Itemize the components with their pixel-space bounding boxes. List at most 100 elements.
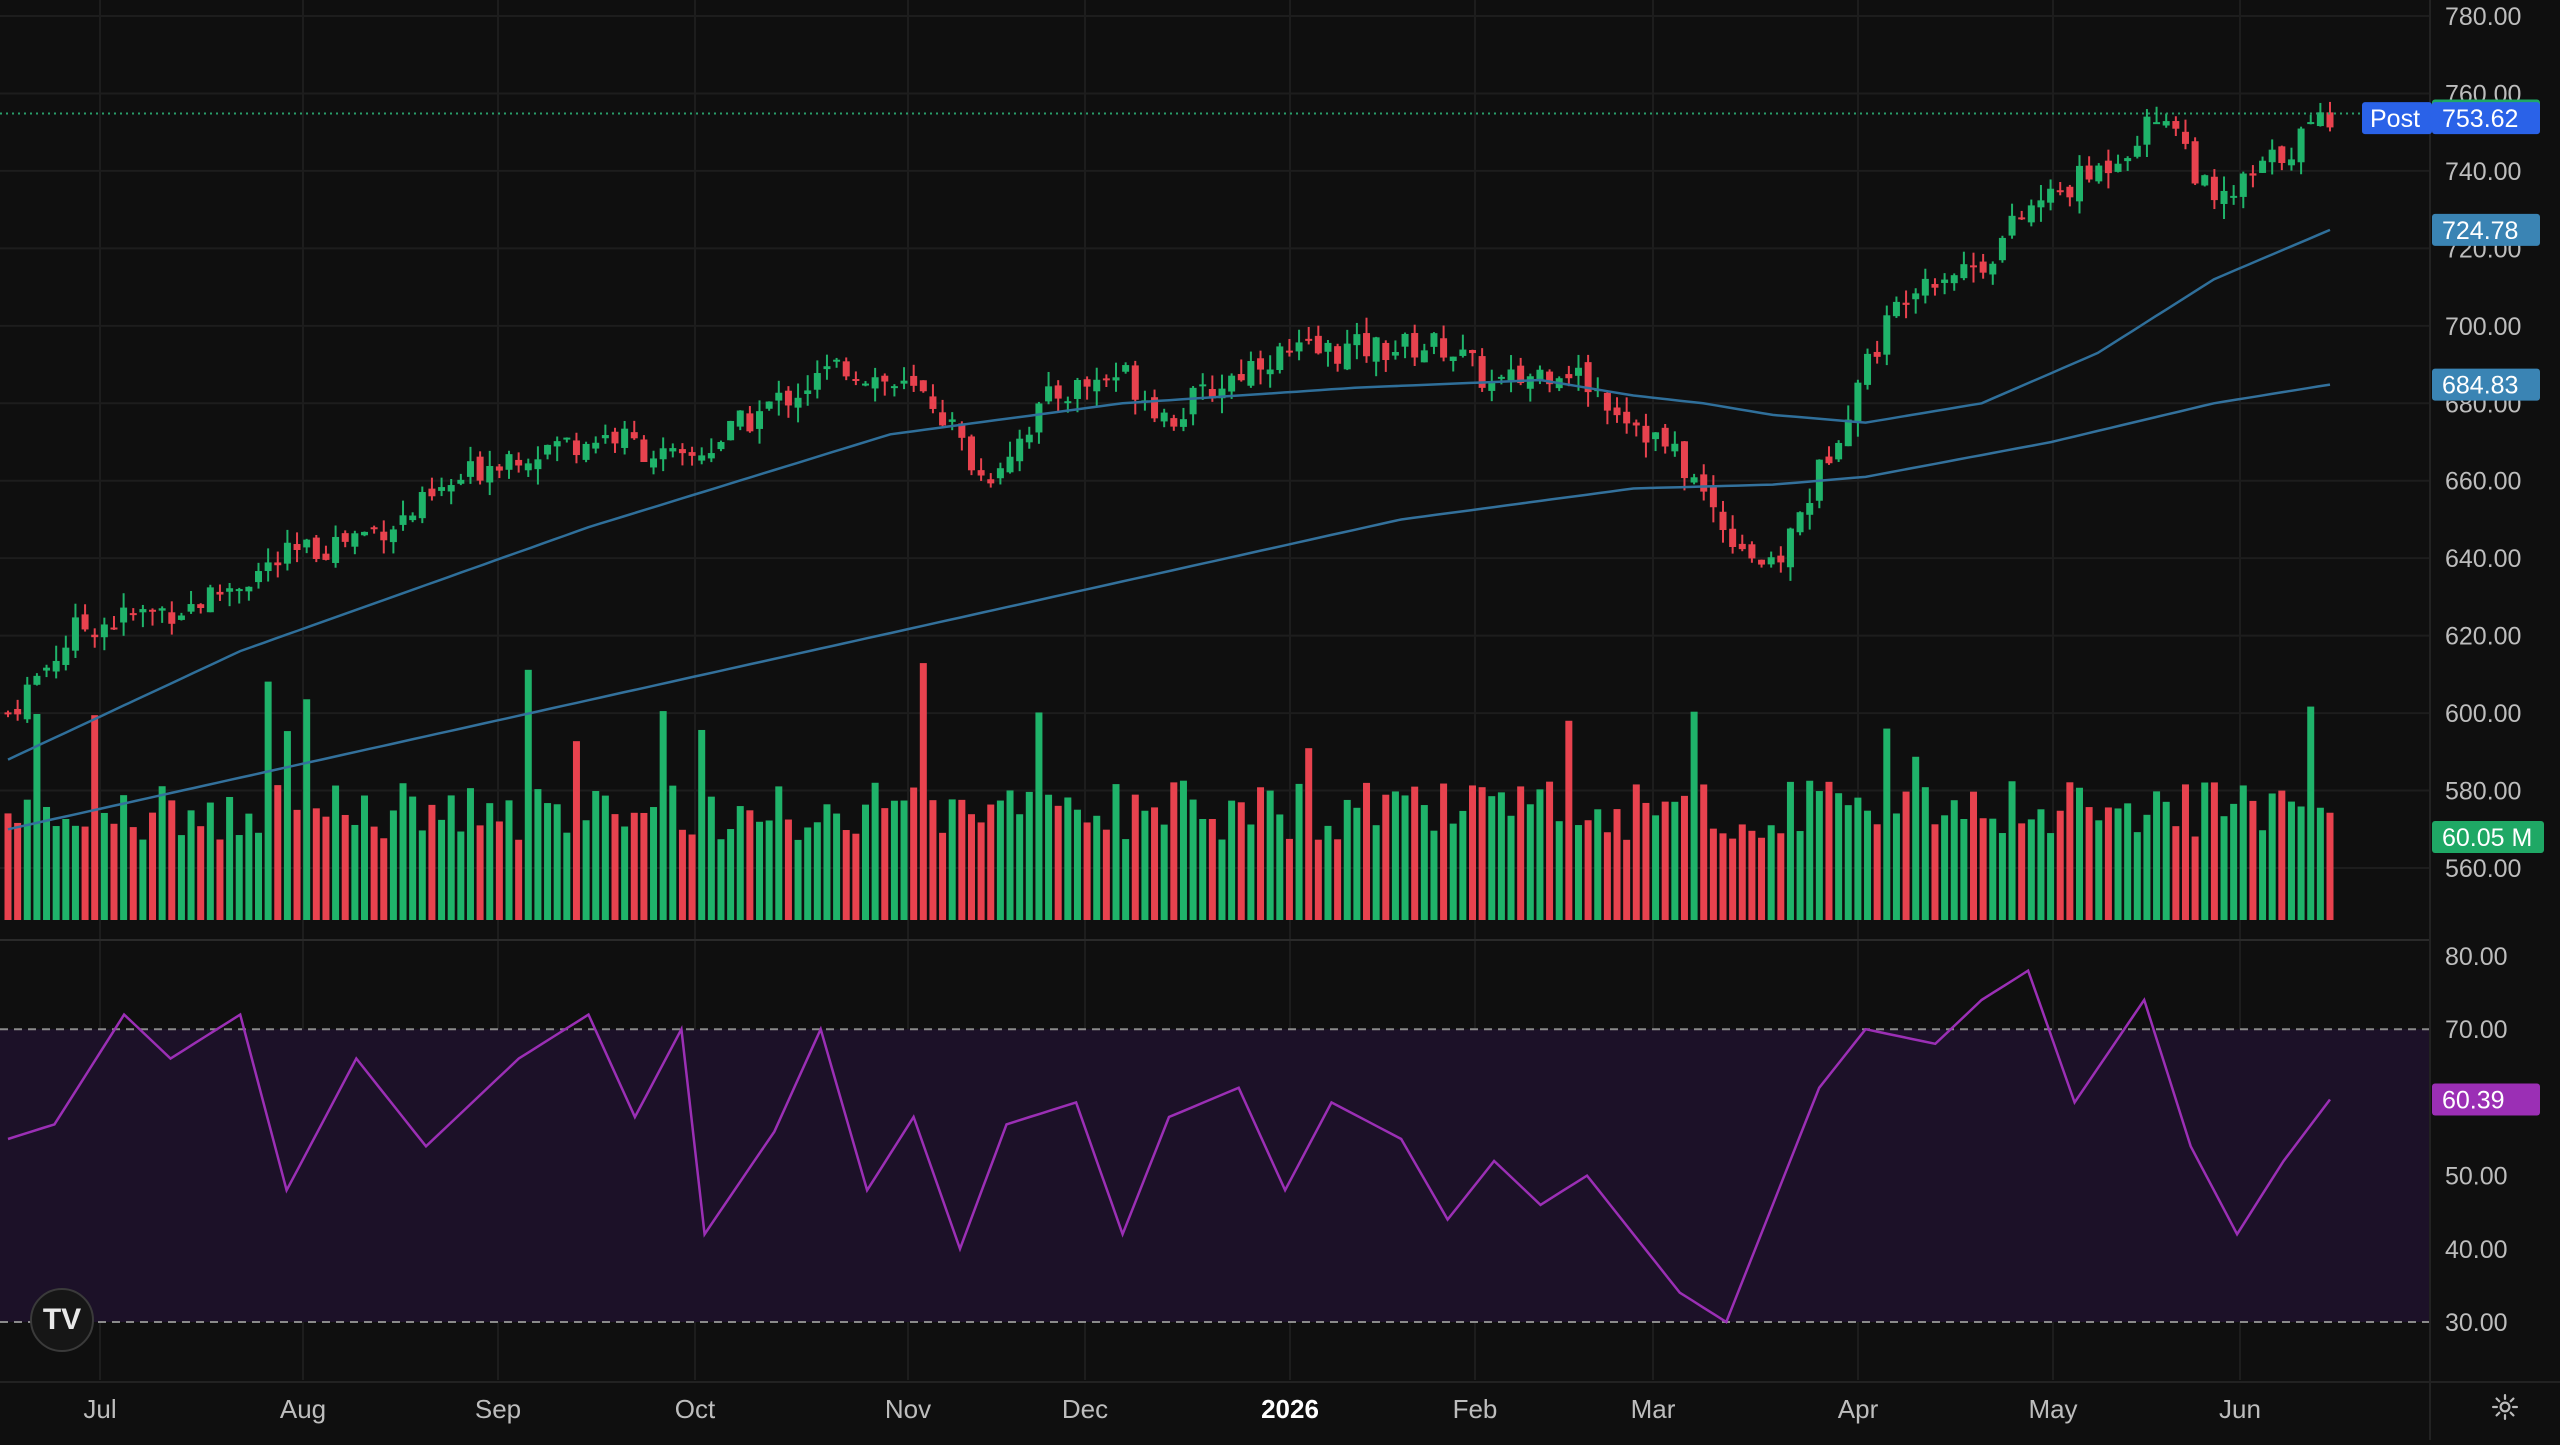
volume-bar	[255, 832, 263, 920]
candle-body	[2220, 190, 2228, 204]
volume-bar	[2143, 814, 2151, 920]
candle-body	[813, 373, 821, 390]
volume-bar	[2220, 816, 2228, 920]
candle-body	[380, 531, 388, 541]
volume-bar	[1748, 830, 1756, 920]
volume-bar	[2114, 808, 2122, 920]
volume-bar	[1825, 781, 1833, 920]
volume-bar	[2287, 801, 2295, 920]
volume-bar	[1257, 787, 1265, 920]
candle-body	[2133, 145, 2141, 157]
candle-body	[1671, 443, 1679, 452]
candle-body	[1950, 275, 1958, 284]
volume-bar	[1998, 833, 2006, 920]
price-chart[interactable]: 780.00760.00740.00720.00700.00680.00660.…	[0, 0, 2560, 1440]
volume-bar	[881, 808, 889, 920]
volume-bar	[2249, 800, 2257, 920]
candle-body	[1382, 342, 1390, 361]
volume-bar	[1709, 828, 1717, 920]
candle-body	[1565, 374, 1573, 379]
time-label: Apr	[1838, 1394, 1879, 1424]
tradingview-logo-icon[interactable]: TV	[30, 1288, 94, 1352]
candle-body	[1902, 302, 1910, 305]
volume-bar	[1950, 800, 1958, 920]
candle-body	[2104, 160, 2112, 174]
candle-body	[447, 485, 455, 492]
candle-body	[457, 479, 465, 484]
volume-bar	[1844, 805, 1852, 920]
volume-bar	[1815, 791, 1823, 920]
candle-body	[14, 708, 22, 715]
candle-body	[1623, 411, 1631, 424]
volume-bar	[409, 796, 417, 920]
volume-bar	[332, 785, 340, 920]
time-label: 2026	[1261, 1394, 1319, 1424]
candle-body	[1035, 403, 1043, 433]
candle-body	[1507, 369, 1515, 381]
price-tick-label: 740.00	[2445, 158, 2521, 186]
volume-bar	[110, 823, 118, 920]
volume-bar	[1652, 815, 1660, 920]
volume-bar	[515, 839, 523, 920]
volume-bar	[1729, 838, 1737, 920]
candle-body	[1440, 338, 1448, 358]
volume-tag: 60.05 M	[2442, 824, 2532, 852]
volume-bar	[1189, 799, 1197, 920]
candle-body	[389, 529, 397, 543]
candle-body	[1237, 374, 1245, 381]
candle-body	[52, 660, 60, 672]
candle-body	[833, 359, 841, 362]
candle-body	[2210, 176, 2218, 201]
volume-bar	[1363, 782, 1371, 920]
candle-body	[2075, 165, 2083, 202]
volume-bar	[2201, 782, 2209, 920]
volume-bar	[524, 669, 532, 920]
volume-bar	[1459, 810, 1467, 920]
candle-body	[1411, 333, 1419, 358]
candle-body	[1112, 377, 1120, 381]
time-label: Jun	[2219, 1394, 2261, 1424]
volume-bar	[2191, 836, 2199, 920]
volume-bar	[505, 800, 513, 920]
candle-body	[784, 390, 792, 406]
volume-bar	[71, 825, 79, 920]
candle-body	[1372, 337, 1380, 362]
volume-bar	[52, 826, 60, 920]
gear-icon[interactable]	[2490, 1392, 2520, 1422]
volume-bar	[1690, 711, 1698, 920]
volume-bar	[1864, 810, 1872, 920]
candle-body	[370, 527, 378, 530]
candle-body	[1526, 376, 1534, 389]
candle-body	[2191, 141, 2199, 184]
volume-bar	[197, 826, 205, 920]
candle-body	[1748, 544, 1756, 559]
volume-bar	[669, 785, 677, 920]
volume-bar	[1594, 809, 1602, 920]
candle-body	[1102, 378, 1110, 381]
volume-bar	[1083, 822, 1091, 920]
volume-bar	[804, 827, 812, 920]
volume-bar	[1777, 833, 1785, 920]
volume-bar	[1835, 793, 1843, 920]
time-label: Mar	[1631, 1394, 1676, 1424]
volume-bar	[2027, 819, 2035, 920]
candle-body	[572, 440, 580, 456]
volume-bar	[871, 782, 879, 920]
candle-body	[1353, 334, 1361, 346]
candle-body	[495, 466, 503, 471]
volume-bar	[293, 809, 301, 920]
time-label: Jul	[83, 1394, 116, 1424]
candle-body	[1363, 333, 1371, 357]
volume-bar	[1372, 825, 1380, 920]
candle-body	[43, 667, 51, 671]
candle-body	[1796, 512, 1804, 533]
volume-bar	[727, 829, 735, 920]
volume-bar	[1931, 824, 1939, 920]
candle-body	[765, 401, 773, 409]
volume-bar	[1391, 791, 1399, 920]
candle-body	[736, 410, 744, 427]
chart-stage[interactable]: 780.00 760.00 740.00 720.00 700.00 680.00 660.…	[0, 0, 2560, 1440]
volume-bar	[1719, 833, 1727, 920]
candle-body	[303, 539, 311, 548]
candle-body	[2181, 131, 2189, 144]
